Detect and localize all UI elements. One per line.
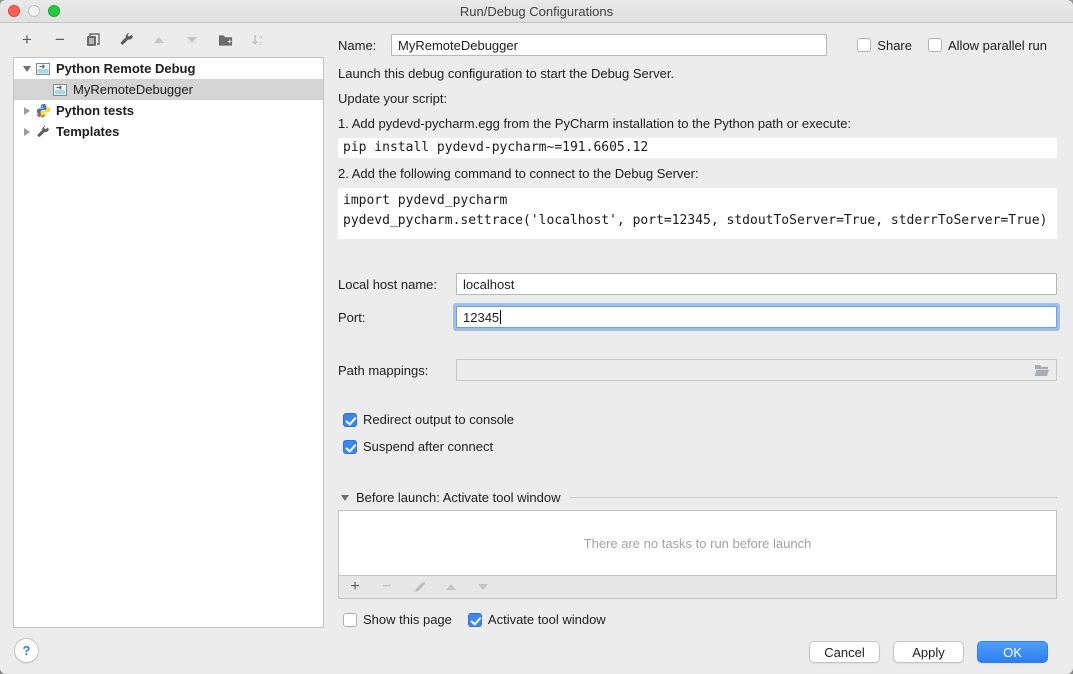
add-configuration-icon[interactable]: + [19,32,35,48]
suspend-after-connect-checkbox-box[interactable] [343,440,357,454]
titlebar: Run/Debug Configurations [0,0,1073,23]
expand-collapse-icon[interactable] [21,128,32,136]
path-mappings-input[interactable] [456,359,1057,381]
tree-item-myremotedebugger[interactable]: MyRemoteDebugger [14,79,323,100]
templates-wrench-icon [35,124,51,140]
move-up-icon [151,32,167,48]
remove-task-icon: − [379,579,395,595]
window-controls [8,5,60,17]
zoom-button[interactable] [48,5,60,17]
share-checkbox[interactable]: Share [857,38,912,53]
expand-collapse-icon[interactable] [21,107,32,115]
tree-item-templates[interactable]: Templates [14,121,323,142]
redirect-output-checkbox-box[interactable] [343,413,357,427]
path-mappings-label: Path mappings: [338,363,456,378]
configurations-tree: Python Remote Debug MyRemoteDebugger Pyt… [13,57,324,628]
close-button[interactable] [8,5,20,17]
activate-tool-window-checkbox[interactable]: Activate tool window [468,612,606,627]
local-host-name-input[interactable] [456,273,1057,295]
name-label: Name: [338,38,384,53]
cancel-button[interactable]: Cancel [809,641,880,663]
help-button[interactable]: ? [14,638,39,663]
empty-tasks-text: There are no tasks to run before launch [584,536,812,551]
before-launch-toolbar: + − [338,576,1057,599]
move-task-up-icon [443,579,459,595]
remove-configuration-icon[interactable]: − [52,32,68,48]
before-launch-title: Before launch: Activate tool window [356,490,561,505]
step2-text: 2. Add the following command to connect … [338,166,1057,182]
move-down-icon [184,32,200,48]
svg-text:a: a [259,34,263,40]
sidebar-toolbar: + − az [0,23,331,47]
run-debug-configurations-dialog: Run/Debug Configurations + − az [0,0,1073,674]
copy-configuration-icon[interactable] [85,32,101,48]
run-configuration-icon [35,61,51,77]
redirect-output-checkbox[interactable]: Redirect output to console [343,412,514,427]
local-host-name-label: Local host name: [338,277,456,292]
text-caret [500,310,501,324]
move-task-down-icon [475,579,491,595]
edit-templates-icon[interactable] [118,32,134,48]
expand-collapse-icon[interactable] [21,66,32,72]
browse-folder-icon[interactable] [1034,364,1050,377]
sort-alphabetically-icon: az [250,32,266,48]
allow-parallel-run-checkbox-box[interactable] [928,38,942,52]
before-launch-task-list[interactable]: There are no tasks to run before launch [338,510,1057,576]
share-checkbox-box[interactable] [857,38,871,52]
port-input[interactable]: 12345 [456,306,1057,328]
description-text: Launch this debug configuration to start… [338,66,1057,82]
suspend-after-connect-checkbox[interactable]: Suspend after connect [343,439,493,454]
show-this-page-checkbox-box[interactable] [343,613,357,627]
minimize-button [28,5,40,17]
configurations-sidebar: + − az [0,23,331,674]
show-this-page-checkbox[interactable]: Show this page [343,612,452,627]
create-folder-icon[interactable] [217,32,233,48]
pip-command-code: pip install pydevd-pycharm~=191.6605.12 [338,138,1057,158]
activate-tool-window-checkbox-box[interactable] [468,613,482,627]
section-divider [570,497,1057,498]
before-launch-section-header[interactable]: Before launch: Activate tool window [338,490,1057,505]
edit-task-icon [411,579,427,595]
configuration-editor: Name: Share Allow parallel run Launch th… [331,23,1073,674]
port-label: Port: [338,310,456,325]
collapse-section-icon[interactable] [341,495,349,501]
settrace-code-block: import pydevd_pycharm pydevd_pycharm.set… [338,188,1057,239]
run-configuration-icon [52,82,68,98]
tree-item-python-tests[interactable]: Python tests [14,100,323,121]
ok-button[interactable]: OK [977,641,1048,663]
python-tests-icon [35,103,51,119]
apply-button[interactable]: Apply [893,641,964,663]
svg-text:z: z [259,41,262,47]
allow-parallel-run-checkbox[interactable]: Allow parallel run [928,38,1047,53]
name-input[interactable] [391,34,827,56]
step1-text: 1. Add pydevd-pycharm.egg from the PyCha… [338,116,1057,132]
add-task-icon[interactable]: + [347,579,363,595]
tree-item-python-remote-debug[interactable]: Python Remote Debug [14,58,323,79]
update-script-text: Update your script: [338,91,1057,107]
window-title: Run/Debug Configurations [460,4,613,19]
